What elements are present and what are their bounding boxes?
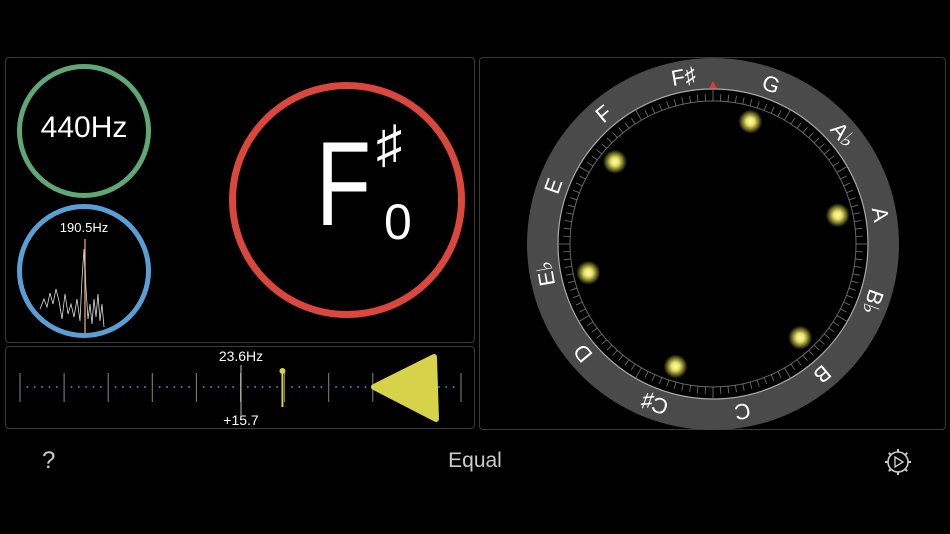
- meter-dot: [92, 386, 95, 388]
- meter-dot: [99, 386, 102, 388]
- settings-button[interactable]: [884, 448, 912, 476]
- wheel-glow-light: [663, 354, 688, 379]
- meter-dot: [48, 386, 51, 388]
- note-accidental: ♯: [376, 116, 402, 174]
- meter-dot: [320, 386, 323, 388]
- wheel-glow-light: [738, 109, 763, 134]
- meter-dot: [232, 386, 235, 388]
- meter-dot: [180, 386, 183, 388]
- meter-dot: [70, 386, 73, 388]
- sharp-direction-indicator: [371, 354, 439, 422]
- meter-dot: [445, 386, 448, 388]
- meter-dot: [121, 386, 124, 388]
- meter-dot: [77, 386, 80, 388]
- meter-dot: [313, 386, 315, 388]
- meter-dot: [276, 386, 279, 388]
- meter-dot: [33, 386, 36, 388]
- detected-note-display: F ♯ 0: [229, 82, 465, 318]
- meter-dot: [143, 386, 146, 388]
- note-wheel: F♯ GA♭AB♭BCC♯DE♭EF: [527, 58, 899, 430]
- meter-dot: [335, 386, 338, 388]
- reference-frequency-button[interactable]: 440Hz: [17, 64, 151, 198]
- meter-dot: [210, 386, 213, 388]
- meter-dot: [217, 386, 220, 388]
- meter-dot: [173, 386, 176, 388]
- meter-dot: [246, 386, 249, 388]
- note-octave: 0: [384, 194, 412, 250]
- meter-dot: [136, 386, 139, 388]
- meter-dot: [342, 386, 345, 388]
- wheel-glow-light: [602, 149, 627, 174]
- wheel-note-label: E♭: [531, 259, 560, 288]
- meter-dot: [26, 386, 29, 388]
- reference-frequency-label: 440Hz: [40, 111, 128, 144]
- meter-dot: [129, 386, 132, 388]
- note-letter: F: [316, 117, 371, 251]
- meter-dot: [158, 386, 161, 388]
- meter-dot: [349, 386, 352, 388]
- meter-needle-head: [279, 368, 286, 374]
- meter-dot: [188, 386, 191, 388]
- note-wheel-panel: F♯ G A♭ A B♭ B C C♯ D E♭ E F: [479, 57, 946, 430]
- meter-dot: [114, 386, 117, 388]
- meter-dot: [261, 386, 264, 388]
- meter-dot: [41, 386, 44, 388]
- meter-dot: [55, 386, 58, 388]
- wheel-glow-light: [788, 325, 813, 350]
- spectrum-graph: [39, 239, 105, 333]
- spectrum-display: 190.5Hz: [17, 204, 151, 338]
- meter-dot: [357, 386, 360, 388]
- meter-dot: [254, 386, 257, 388]
- meter-dot: [166, 386, 168, 388]
- help-button[interactable]: ?: [42, 447, 55, 475]
- meter-dot: [452, 386, 455, 388]
- wheel-glow-light: [825, 203, 850, 228]
- cents-meter: [19, 354, 462, 422]
- meter-dot: [305, 386, 308, 388]
- wheel-inner-face: [557, 88, 869, 400]
- temperament-button[interactable]: Equal: [400, 449, 550, 473]
- meter-dot: [364, 386, 367, 388]
- meter-dot: [202, 386, 205, 388]
- gear-icon: [885, 449, 911, 475]
- meter-dot: [437, 386, 440, 388]
- meter-dot: [224, 386, 227, 388]
- meter-dot: [298, 386, 301, 388]
- meter-dot: [290, 386, 293, 388]
- meter-dot: [85, 386, 88, 388]
- wheel-note-label: F♯: [669, 62, 697, 91]
- wheel-glow-light: [576, 260, 601, 285]
- tuner-display-panel: 440Hz 190.5Hz F ♯ 0: [5, 57, 475, 343]
- cents-meter-panel: 23.6Hz +15.7: [5, 346, 475, 429]
- meter-dot: [268, 386, 271, 388]
